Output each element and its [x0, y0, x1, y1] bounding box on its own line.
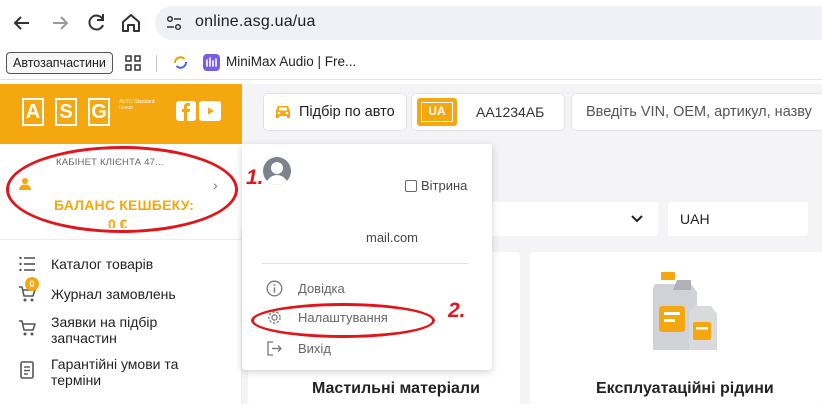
pick-by-car-button[interactable]: Підбір по авто — [264, 94, 406, 130]
site-logo[interactable]: A S G AUTO Standard Group — [0, 84, 242, 144]
orders-count-badge: 0 — [25, 277, 39, 291]
currency-value: UAH — [680, 211, 710, 227]
logo-letter-g: G — [88, 98, 110, 126]
sidebar-item-label: Гарантійні умови та терміни — [51, 356, 179, 388]
logo-letter-a: A — [22, 98, 44, 126]
forward-button[interactable] — [48, 11, 72, 35]
sidebar-item-label: Журнал замовлень — [51, 286, 176, 302]
arrow-right-icon — [53, 16, 69, 30]
annotation-circle-cabinet — [6, 146, 238, 233]
annotation-circle-settings — [251, 303, 435, 338]
sidebar-item-part-requests[interactable]: Заявки на підбір запчастин — [0, 314, 242, 348]
apps-grid-icon[interactable] — [125, 55, 141, 71]
currency-select[interactable]: UAH — [668, 202, 808, 236]
info-icon — [266, 280, 283, 297]
reload-icon — [88, 14, 104, 31]
logo-letter-s: S — [55, 98, 77, 126]
menu-item-logout[interactable]: Вихід — [262, 339, 462, 359]
annotation-step-2: 2. — [448, 299, 466, 322]
url-text[interactable]: online.asg.ua/ua — [195, 13, 316, 31]
youtube-icon[interactable] — [199, 101, 221, 121]
vin-search-input[interactable]: Введіть VIN, OEM, артикул, назву — [572, 94, 822, 130]
minimax-favicon-icon[interactable] — [203, 54, 220, 71]
bookmarks-bar: Автозапчастини MiniMax Audio | Fre... — [0, 46, 822, 80]
search-placeholder: Введіть VIN, OEM, артикул, назву — [586, 104, 812, 120]
bookmark-separator — [156, 55, 157, 72]
user-avatar-icon[interactable] — [263, 157, 291, 185]
chevron-down-icon — [631, 215, 643, 223]
cart-search-icon — [19, 320, 36, 336]
category-title-fluids: Експлуатаційні рідини — [596, 380, 774, 397]
annotation-step-1: 1. — [246, 166, 264, 189]
facebook-icon[interactable] — [176, 101, 196, 121]
pick-by-car-label: Підбір по авто — [299, 104, 395, 120]
warehouse-select[interactable] — [490, 202, 658, 236]
sidebar-item-warranty[interactable]: Гарантійні умови та терміни — [0, 356, 242, 390]
oil-canister-icon — [653, 272, 717, 350]
list-icon — [19, 256, 35, 272]
menu-item-help[interactable]: Довідка — [262, 279, 462, 299]
plate-number-input[interactable]: AA1234АБ — [476, 104, 544, 120]
showcase-checkbox[interactable] — [405, 180, 417, 192]
bookmark-folder-autoparts[interactable]: Автозапчастини — [6, 52, 113, 74]
sidebar-item-label: Заявки на підбір запчастин — [51, 314, 158, 346]
logo-subtitle: AUTO Standard Group — [119, 99, 155, 111]
back-button[interactable] — [10, 11, 34, 35]
browser-address-bar-row: online.asg.ua/ua — [0, 0, 822, 46]
dropdown-divider — [262, 263, 468, 264]
document-icon — [20, 361, 34, 379]
arrow-left-icon — [13, 16, 29, 30]
menu-item-label: Вихід — [298, 341, 331, 356]
url-bar[interactable]: online.asg.ua/ua — [155, 6, 822, 40]
sync-icon[interactable] — [172, 54, 189, 71]
logout-icon — [267, 341, 282, 356]
user-email: mail.com — [366, 230, 419, 245]
reload-button[interactable] — [84, 11, 108, 35]
home-icon — [122, 14, 140, 32]
sidebar-divider — [0, 239, 242, 240]
category-title-lubricants: Мастильні матеріали — [312, 380, 480, 397]
site-settings-icon[interactable] — [165, 14, 183, 32]
bookmark-minimax[interactable]: MiniMax Audio | Fre... — [226, 54, 356, 69]
sidebar-item-label: Каталог товарів — [51, 256, 154, 272]
plate-country-badge: UA — [417, 98, 457, 126]
car-icon — [276, 106, 290, 118]
menu-item-label: Довідка — [298, 281, 345, 296]
home-button[interactable] — [119, 11, 143, 35]
showcase-label[interactable]: Вітрина — [421, 178, 467, 193]
license-plate-search[interactable]: UA AA1234АБ — [412, 94, 564, 130]
